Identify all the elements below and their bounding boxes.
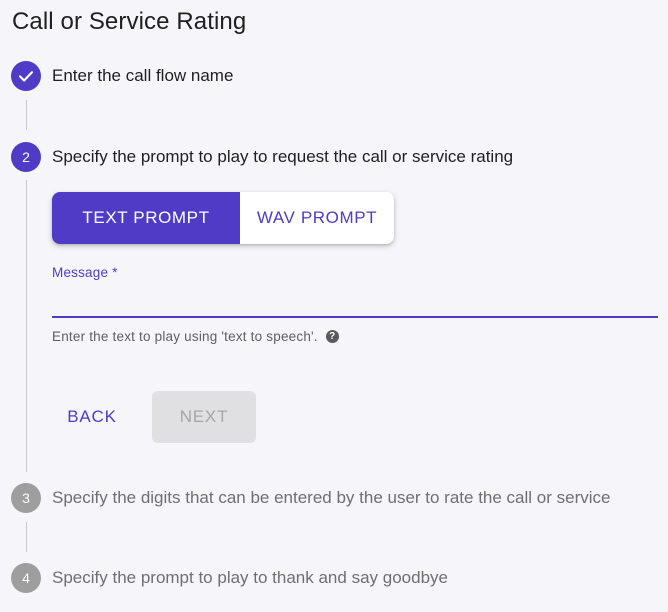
message-field-label: Message *	[52, 265, 118, 280]
step-4-label: Specify the prompt to play to thank and …	[52, 568, 448, 587]
step-3-indicator: 3	[11, 483, 41, 513]
step-connector	[26, 100, 27, 130]
step-1-indicator	[11, 61, 41, 91]
back-button[interactable]: BACK	[52, 392, 132, 442]
page-title: Call or Service Rating	[12, 8, 247, 35]
step-3-number: 3	[22, 490, 30, 506]
step-2-number: 2	[22, 149, 30, 165]
prompt-type-toggle: TEXT PROMPT WAV PROMPT	[52, 192, 394, 244]
next-button[interactable]: NEXT	[152, 391, 256, 443]
message-input[interactable]	[52, 288, 658, 318]
text-prompt-button[interactable]: TEXT PROMPT	[52, 192, 240, 244]
step-4-number: 4	[22, 570, 30, 586]
message-helper-text: Enter the text to play using 'text to sp…	[52, 329, 318, 344]
question-mark-icon[interactable]: ?	[325, 330, 339, 343]
message-helper: Enter the text to play using 'text to sp…	[52, 329, 339, 344]
step-3-label: Specify the digits that can be entered b…	[52, 488, 611, 507]
step-content-line	[26, 180, 27, 472]
step-2-indicator: 2	[11, 142, 41, 172]
step-2-label: Specify the prompt to play to request th…	[52, 147, 514, 166]
checkmark-icon	[18, 71, 34, 82]
step-connector	[26, 522, 27, 552]
wav-prompt-button[interactable]: WAV PROMPT	[240, 192, 394, 244]
step-4-indicator: 4	[11, 563, 41, 593]
step-1-label: Enter the call flow name	[52, 66, 234, 85]
